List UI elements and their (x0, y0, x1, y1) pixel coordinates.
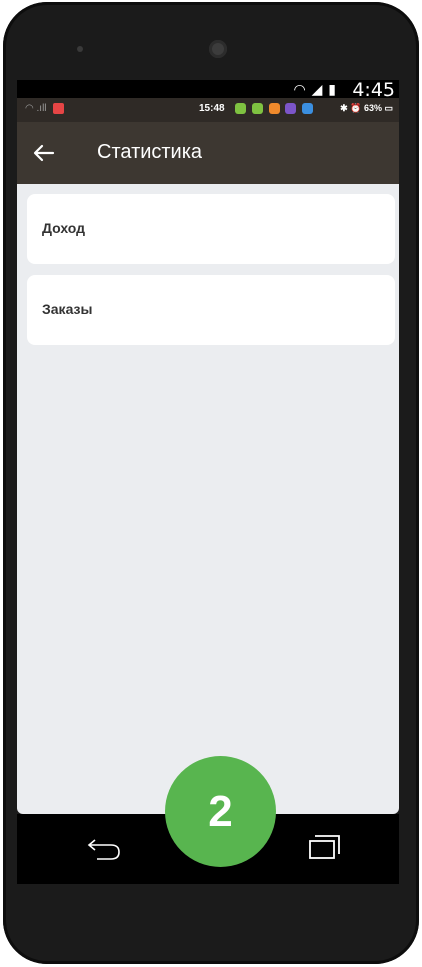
viber-icon (285, 103, 297, 114)
app-toolbar: Статистика (17, 122, 399, 184)
signal-icon: ◢ (311, 81, 324, 97)
status-time: 15:48 (199, 103, 225, 114)
alarm-icon: ⏰ (350, 103, 362, 113)
device-status-icons: ◠ ◢ ▮ (294, 81, 338, 98)
app-icon-orange (268, 103, 280, 114)
app-icon-green (235, 103, 246, 114)
bluetooth-icon: ✱ (340, 103, 348, 113)
notification-icon (53, 103, 65, 114)
battery-percent: 63% (363, 103, 382, 113)
back-button[interactable] (27, 136, 61, 170)
wifi-icon: ◠ (25, 103, 34, 115)
back-nav-icon (87, 839, 120, 860)
battery-icon: ▮ (328, 81, 337, 97)
network-icons: ◠ .ıll (25, 103, 65, 115)
menu-item-label: Доход (42, 220, 86, 236)
arrow-left-icon (33, 144, 55, 162)
menu-item-income[interactable]: Доход (27, 194, 395, 264)
app-screen: ◠ .ıll 15:48 ✱ ⏰ 63% ▭ Статистика Доход … (17, 98, 399, 814)
status-right: ✱ ⏰ 63% ▭ (340, 103, 393, 114)
app-notification-icons (235, 103, 316, 114)
wifi-icon: ◠ (293, 81, 307, 97)
recent-apps-icon (309, 835, 340, 859)
app-status-bar: ◠ .ıll 15:48 ✱ ⏰ 63% ▭ (17, 98, 399, 122)
menu-item-label: Заказы (42, 301, 93, 317)
phone-camera (209, 40, 227, 58)
app-icon-blue (302, 103, 314, 114)
step-number-badge: 2 (165, 756, 276, 867)
phone-sensor (77, 46, 83, 52)
signal-icon: .ıll (36, 103, 47, 115)
page-title: Статистика (97, 141, 203, 163)
battery-icon: ▭ (384, 103, 393, 113)
nav-recent-apps-button[interactable] (307, 832, 343, 862)
menu-item-orders[interactable]: Заказы (27, 275, 395, 345)
device-status-bar: ◠ ◢ ▮ 4:45 (17, 79, 399, 101)
app-icon-green (251, 103, 263, 114)
nav-back-button[interactable] (85, 834, 123, 862)
